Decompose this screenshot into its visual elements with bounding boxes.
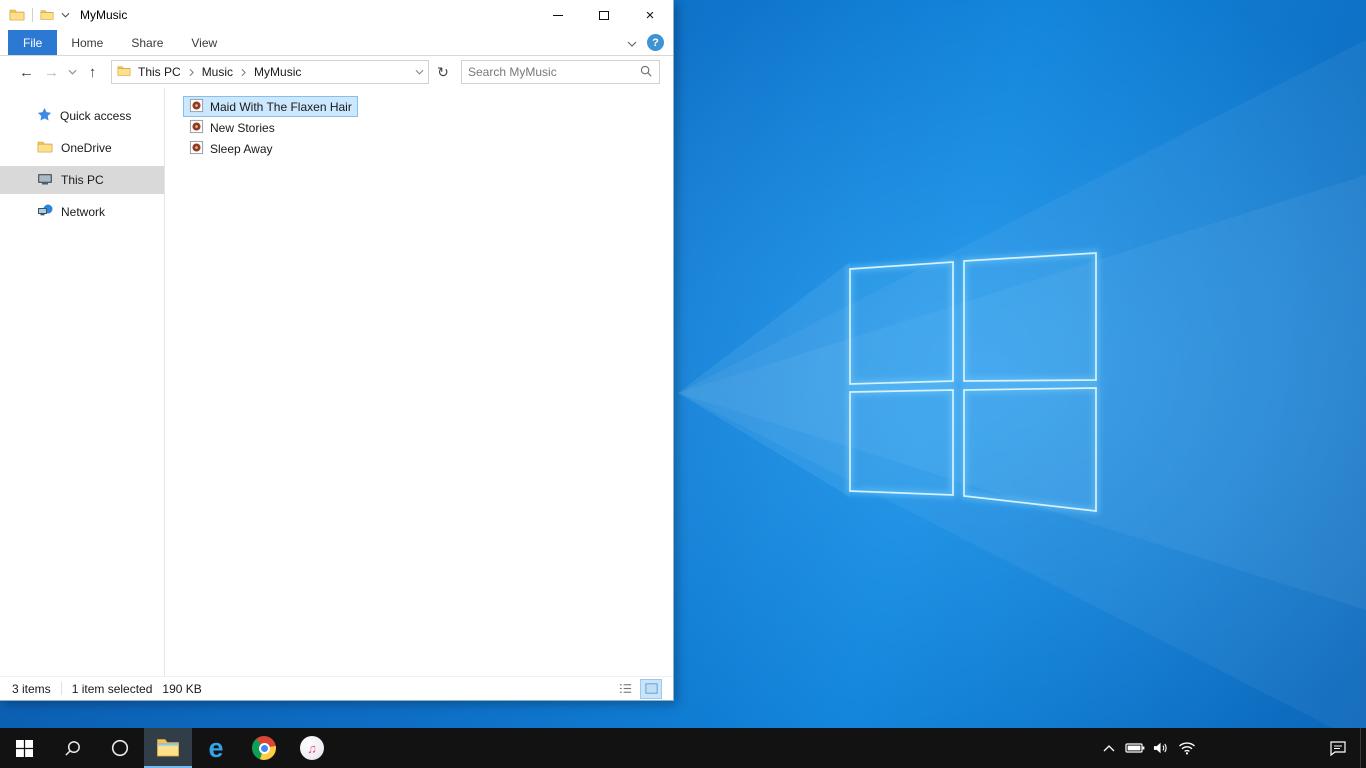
qat-customize-chevron-icon[interactable] [61,12,70,18]
file-list[interactable]: Maid With The Flaxen Hair New Stories Sl… [165,88,673,676]
address-bar[interactable]: This PC Music MyMusic [111,60,429,84]
taskbar-edge-button[interactable]: e [192,728,240,768]
file-row[interactable]: Maid With The Flaxen Hair [183,96,358,117]
navigation-pane: Quick access OneDrive This PC Network [0,88,165,676]
sidebar-item-onedrive[interactable]: OneDrive [0,134,164,162]
large-icons-view-button[interactable] [640,678,662,699]
music-file-icon [189,140,204,158]
sidebar-item-this-pc[interactable]: This PC [0,166,164,194]
ribbon-right-controls: ? [627,30,673,55]
window-body: Quick access OneDrive This PC Network Ma… [0,88,673,676]
search-icon [64,740,80,756]
sidebar-item-label: This PC [61,173,104,187]
taskbar-file-explorer-button[interactable] [144,728,192,768]
chrome-icon-center-dot [260,744,268,752]
address-toolbar: ← → ↑ This PC Music MyMusic ↻ Search MyM… [0,56,673,88]
chrome-icon-inner-ring [258,742,270,754]
desktop[interactable]: MyMusic × File Home Share View ? ← → ↑ T… [0,0,1366,768]
itunes-icon: ♫ [300,736,324,760]
edge-icon: e [208,732,224,763]
status-item-count: 3 items [12,681,51,696]
network-wifi-icon[interactable] [1174,728,1200,768]
status-bar: 3 items 1 item selected 190 KB [0,676,673,700]
breadcrumb-separator-icon[interactable] [240,68,247,77]
status-separator [60,682,62,695]
address-folder-icon [117,64,131,81]
minimize-button[interactable] [535,0,581,30]
hidden-icons-chevron-icon[interactable] [1096,728,1122,768]
title-bar[interactable]: MyMusic × [0,0,673,30]
sidebar-item-label: Quick access [60,109,132,123]
computer-icon [37,171,53,190]
window-folder-icon [9,7,25,23]
action-center-icon[interactable] [1316,728,1360,768]
volume-icon[interactable] [1148,728,1174,768]
minimize-icon [553,14,563,16]
details-view-button[interactable] [615,680,635,698]
taskbar-search-button[interactable] [48,728,96,768]
up-button[interactable]: ↑ [80,60,105,84]
quick-access-toolbar [0,7,70,23]
file-name: Sleep Away [210,141,273,156]
star-icon [37,107,52,125]
system-tray [1096,728,1366,768]
back-button[interactable]: ← [14,60,39,84]
file-explorer-window: MyMusic × File Home Share View ? ← → ↑ T… [0,0,674,701]
maximize-button[interactable] [581,0,627,30]
refresh-button[interactable]: ↻ [431,60,455,84]
taskbar-itunes-button[interactable]: ♫ [288,728,336,768]
qat-folder-button[interactable] [40,8,54,22]
start-button[interactable] [0,728,48,768]
breadcrumb-mymusic[interactable]: MyMusic [247,61,308,83]
search-input[interactable] [468,65,639,79]
recent-locations-chevron-icon[interactable] [64,69,80,75]
tab-home[interactable]: Home [57,30,117,55]
breadcrumb-music[interactable]: Music [195,61,240,83]
view-toggles [615,678,662,699]
file-row[interactable]: New Stories [183,117,281,138]
status-selected-size: 190 KB [162,681,202,696]
breadcrumb-separator-icon[interactable] [188,68,195,77]
caption-buttons: × [535,0,673,30]
windows-logo-icon [15,739,33,757]
window-title: MyMusic [80,8,128,22]
file-name: New Stories [210,120,275,135]
search-icon[interactable] [639,64,653,81]
close-icon: × [645,6,655,24]
onedrive-folder-icon [37,139,53,158]
file-name: Maid With The Flaxen Hair [210,99,352,114]
sidebar-item-label: OneDrive [61,141,112,155]
file-explorer-icon [157,739,179,757]
chrome-icon [252,736,276,760]
taskbar: e ♫ [0,728,1366,768]
cortana-button[interactable] [96,728,144,768]
close-button[interactable]: × [627,0,673,30]
battery-icon[interactable] [1122,728,1148,768]
address-dropdown-chevron-icon[interactable] [410,61,428,83]
tab-view[interactable]: View [177,30,231,55]
taskbar-chrome-button[interactable] [240,728,288,768]
music-file-icon [189,98,204,116]
cortana-circle-icon [111,739,129,757]
sidebar-item-label: Network [61,205,106,219]
show-desktop-button[interactable] [1360,728,1366,768]
search-box [461,60,660,84]
status-selected-count: 1 item selected [71,681,153,696]
expand-ribbon-chevron-icon[interactable] [627,36,637,50]
breadcrumb-this-pc[interactable]: This PC [131,61,188,83]
maximize-icon [599,10,609,20]
sidebar-item-network[interactable]: Network [0,198,164,226]
tab-share[interactable]: Share [117,30,177,55]
ribbon-tab-strip: File Home Share View ? [0,30,673,56]
qat-divider [32,8,33,22]
forward-button[interactable]: → [39,60,64,84]
help-icon[interactable]: ? [647,34,664,51]
music-file-icon [189,119,204,137]
file-row[interactable]: Sleep Away [183,138,279,159]
tab-file[interactable]: File [8,30,58,55]
sidebar-item-quick-access[interactable]: Quick access [0,102,164,130]
network-icon [37,203,53,222]
